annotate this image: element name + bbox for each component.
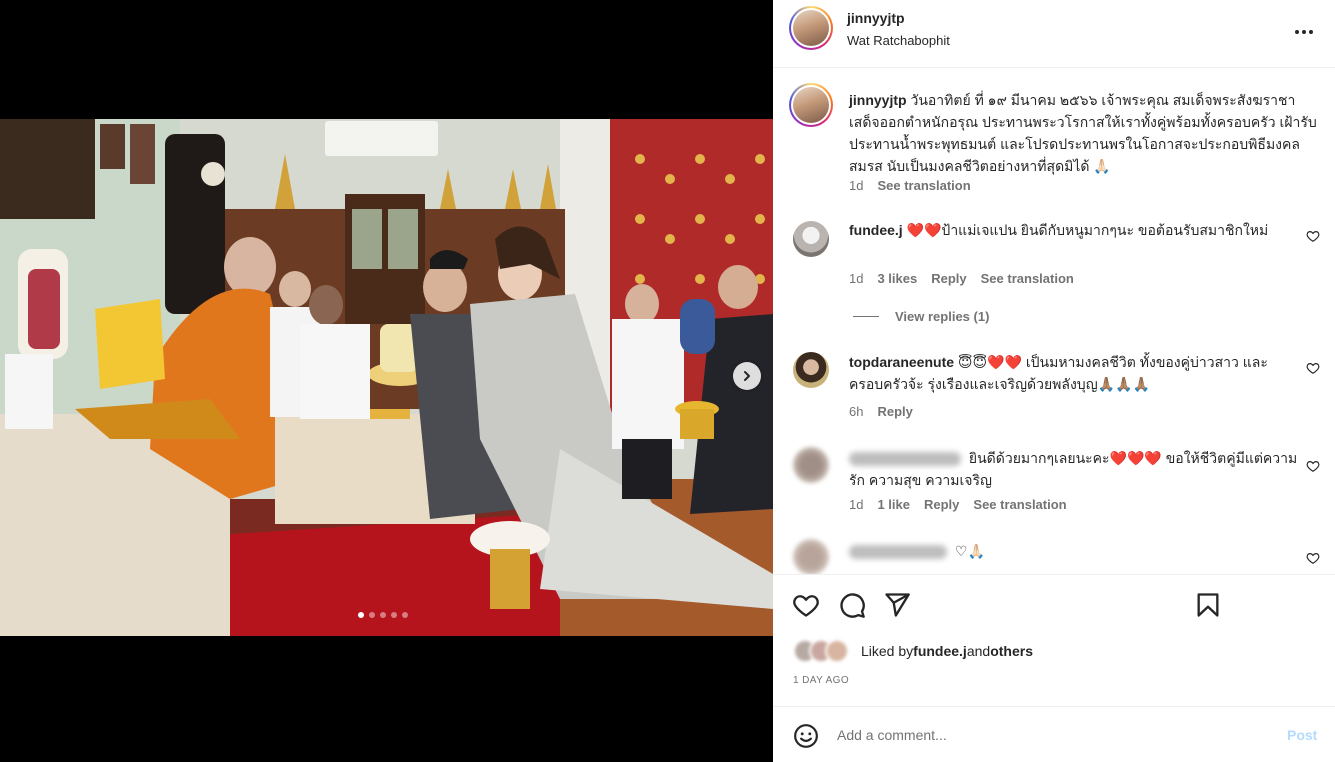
comment-username-blurred[interactable] <box>849 545 947 560</box>
media-panel <box>0 0 773 762</box>
carousel-next-button[interactable] <box>733 362 761 390</box>
comment-avatar[interactable] <box>793 352 829 388</box>
comment-heart-icon[interactable] <box>1306 229 1320 243</box>
comment-time[interactable]: 1d <box>849 497 863 512</box>
carousel-dot <box>369 612 375 618</box>
liked-by-user[interactable]: fundee.j <box>913 643 967 659</box>
post-details-panel: jinnyyjtp Wat Ratchabophit jinnyyjtp วัน… <box>773 0 1335 762</box>
comment-text: fundee.j ❤️❤️ป้าแม่เจแปน ยินดีกับหนูมากๆ… <box>849 219 1299 241</box>
comment-avatar[interactable] <box>793 539 829 574</box>
view-replies-divider <box>853 316 879 317</box>
comment-icon[interactable] <box>838 591 866 619</box>
comment-meta: 1d 1 like Reply See translation <box>849 497 1067 512</box>
carousel-dot <box>380 612 386 618</box>
liked-by-prefix: Liked by <box>861 643 914 659</box>
liked-by-others[interactable]: others <box>990 643 1033 659</box>
comment-text: ยินดีด้วยมากๆเลยนะคะ❤️❤️❤️ ขอให้ชีวิตคู่… <box>849 447 1299 491</box>
add-comment-bar: Post <box>773 706 1335 762</box>
caption-avatar[interactable] <box>789 83 833 127</box>
post-photo <box>0 119 773 636</box>
post-date[interactable]: 1 DAY AGO <box>793 675 849 686</box>
comments-list: jinnyyjtp วันอาทิตย์ ที่ ๑๙ มีนาคม ๒๕๖๖ … <box>773 69 1335 574</box>
comment-body: ♡🙏🏻 <box>954 543 985 559</box>
carousel-dot <box>391 612 397 618</box>
comment-avatar[interactable] <box>793 447 829 483</box>
caption-text: jinnyyjtp วันอาทิตย์ ที่ ๑๙ มีนาคม ๒๕๖๖ … <box>849 89 1319 177</box>
instagram-post-modal: jinnyyjtp Wat Ratchabophit jinnyyjtp วัน… <box>0 0 1335 762</box>
comment-username[interactable]: fundee.j <box>849 222 903 238</box>
comment-meta: 6h Reply <box>849 404 913 419</box>
comment-text: ♡🙏🏻 <box>849 540 1299 562</box>
bookmark-icon[interactable] <box>1194 591 1222 619</box>
comment-heart-icon[interactable] <box>1306 459 1320 473</box>
comment-username-blurred[interactable] <box>849 452 961 467</box>
comment-body: ❤️❤️ป้าแม่เจแปน ยินดีกับหนูมากๆนะ ขอต้อน… <box>906 222 1269 238</box>
comment-input[interactable] <box>837 723 1257 747</box>
caption-time[interactable]: 1d <box>849 178 863 193</box>
comment-likes[interactable]: 3 likes <box>877 271 917 286</box>
chevron-right-icon <box>744 371 750 381</box>
comment-heart-icon[interactable] <box>1306 551 1320 565</box>
view-replies-button[interactable]: View replies (1) <box>853 309 989 324</box>
comment-time[interactable]: 6h <box>849 404 863 419</box>
post-location[interactable]: Wat Ratchabophit <box>847 33 950 48</box>
post-header: jinnyyjtp Wat Ratchabophit <box>773 0 1335 68</box>
author-avatar[interactable] <box>789 6 833 50</box>
post-actions: Liked by fundee.j and others 1 DAY AGO <box>773 574 1335 704</box>
caption-body: วันอาทิตย์ ที่ ๑๙ มีนาคม ๒๕๖๖ เจ้าพระคุณ… <box>849 92 1317 174</box>
comment-reply-button[interactable]: Reply <box>924 497 959 512</box>
carousel-indicator <box>358 612 408 618</box>
comment-reply-button[interactable]: Reply <box>931 271 966 286</box>
comment-likes[interactable]: 1 like <box>877 497 910 512</box>
comment-reply-button[interactable]: Reply <box>877 404 912 419</box>
comment-see-translation[interactable]: See translation <box>981 271 1074 286</box>
view-replies-label: View replies (1) <box>895 309 990 324</box>
caption-username[interactable]: jinnyyjtp <box>849 92 907 108</box>
comment-avatar[interactable] <box>793 221 829 257</box>
comment-username[interactable]: topdaraneenute <box>849 354 954 370</box>
liked-by: Liked by fundee.j and others <box>793 639 1033 663</box>
comment-text: topdaraneenute 😇😇❤️❤️ เป็นมหามงคลชีวิต ท… <box>849 351 1299 395</box>
post-comment-button[interactable]: Post <box>1287 727 1317 743</box>
emoji-icon[interactable] <box>793 723 819 749</box>
carousel-dot <box>402 612 408 618</box>
carousel-dot <box>358 612 364 618</box>
liked-by-middle: and <box>966 643 991 659</box>
caption-meta: 1d See translation <box>849 178 971 193</box>
comment-see-translation[interactable]: See translation <box>973 497 1066 512</box>
caption-see-translation[interactable]: See translation <box>877 178 970 193</box>
share-icon[interactable] <box>883 591 911 619</box>
comment-heart-icon[interactable] <box>1306 361 1320 375</box>
liked-avatars[interactable] <box>793 639 857 663</box>
more-horizontal-icon[interactable] <box>1292 20 1316 44</box>
comment-meta: 1d 3 likes Reply See translation <box>849 271 1074 286</box>
comment-time[interactable]: 1d <box>849 271 863 286</box>
author-username[interactable]: jinnyyjtp <box>847 10 905 26</box>
heart-icon[interactable] <box>792 591 820 619</box>
